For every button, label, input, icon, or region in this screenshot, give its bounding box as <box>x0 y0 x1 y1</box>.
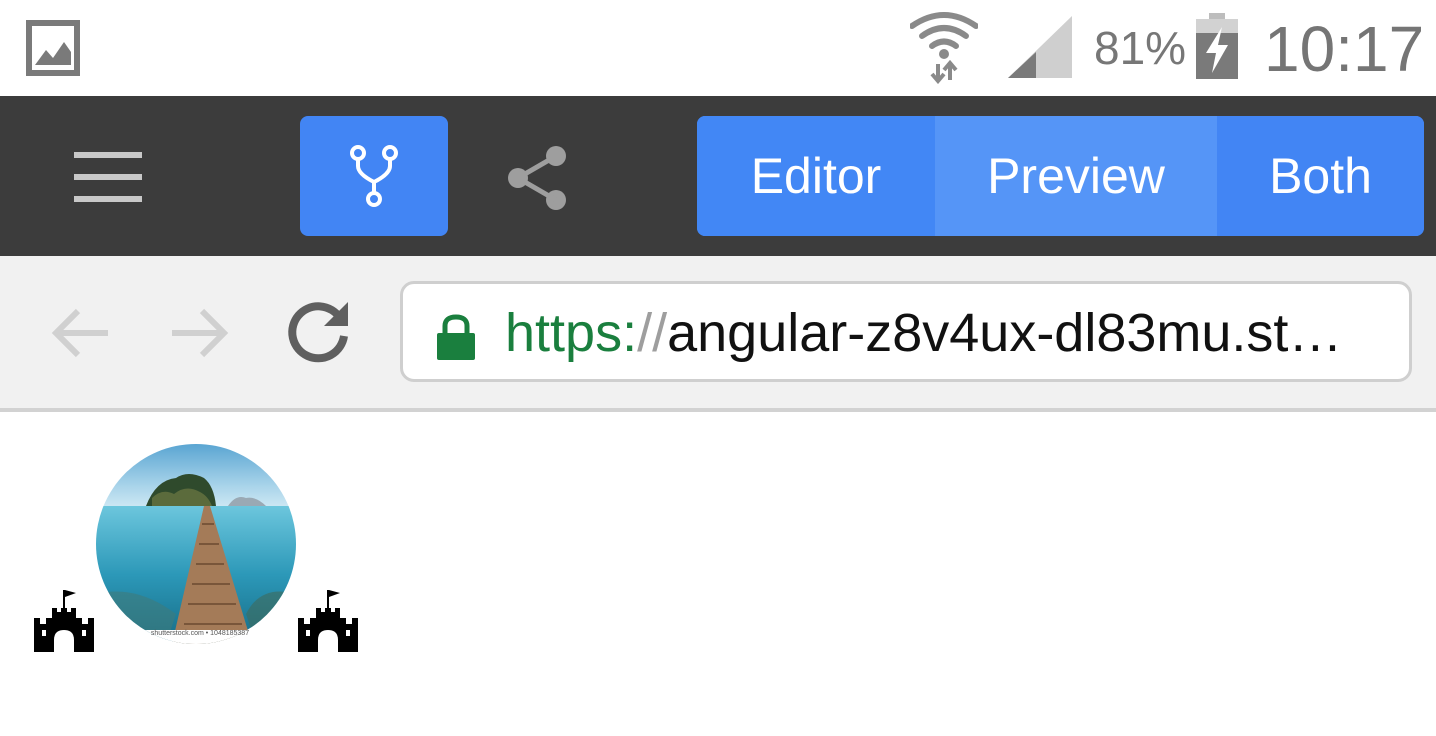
app-toolbar: Editor Preview Both <box>0 96 1436 256</box>
url-text: https://angular-z8v4ux-dl83mu.st… <box>505 300 1385 366</box>
share-icon <box>508 146 566 210</box>
url-separator: // <box>637 303 668 363</box>
castle-icon <box>298 590 358 652</box>
photo-watermark: shutterstock.com • 1048185387 <box>150 630 250 637</box>
gallery-icon <box>26 20 80 76</box>
editor-tab[interactable]: Editor <box>697 116 935 236</box>
both-tab[interactable]: Both <box>1217 116 1424 236</box>
fork-button[interactable] <box>300 116 448 236</box>
profile-photo <box>96 444 296 644</box>
status-clock: 10:17 <box>1264 13 1425 85</box>
fork-icon <box>350 145 398 207</box>
arrow-back-icon[interactable] <box>48 300 114 366</box>
hamburger-menu-icon[interactable] <box>60 142 156 212</box>
url-host: angular-z8v4ux-dl83mu.st… <box>667 303 1343 363</box>
share-button[interactable] <box>496 136 580 220</box>
view-mode-toggle: Editor Preview Both <box>697 116 1424 236</box>
preview-tab[interactable]: Preview <box>935 116 1217 236</box>
arrow-forward-icon[interactable] <box>166 300 232 366</box>
status-bar: 81% 10:17 <box>0 0 1436 96</box>
battery-percentage: 81% <box>1094 22 1187 74</box>
lock-icon <box>437 314 475 360</box>
cell-signal-icon <box>1008 16 1072 78</box>
preview-browser-bar: https://angular-z8v4ux-dl83mu.st… <box>0 256 1436 412</box>
preview-content: shutterstock.com • 1048185387 <box>0 412 1436 736</box>
battery-charging-icon <box>1196 13 1238 79</box>
url-bar[interactable]: https://angular-z8v4ux-dl83mu.st… <box>400 281 1412 382</box>
wifi-icon <box>910 12 978 84</box>
url-scheme: https: <box>505 303 638 363</box>
castle-icon <box>34 590 94 652</box>
reload-icon[interactable] <box>286 296 354 364</box>
